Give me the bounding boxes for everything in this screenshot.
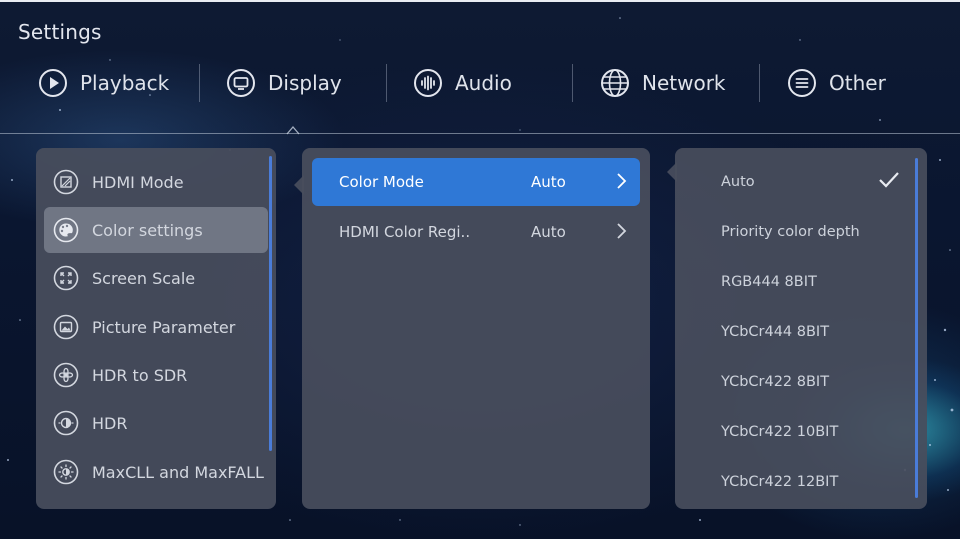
color-settings-panel: Color Mode Auto HDMI Color Regi.. Auto <box>302 148 650 509</box>
row-value: Auto <box>531 223 566 241</box>
list-icon <box>787 68 817 98</box>
tab-network[interactable]: Network <box>600 60 726 106</box>
monitor-icon <box>226 68 256 98</box>
sidebar-panel: HDMI Mode Color settings Screen Scale Pi… <box>36 148 276 509</box>
option-priority-color-depth[interactable]: Priority color depth <box>721 224 860 240</box>
chevron-right-icon <box>617 173 627 189</box>
tab-divider <box>759 64 760 102</box>
tab-audio[interactable]: Audio <box>413 60 512 106</box>
checkmark-icon <box>879 172 899 188</box>
option-auto[interactable]: Auto <box>721 174 755 190</box>
tab-display[interactable]: Display <box>226 60 342 106</box>
tab-underline <box>0 133 960 134</box>
row-label: HDMI Color Regi.. <box>339 223 471 241</box>
tab-divider <box>386 64 387 102</box>
hdmi-mode-icon <box>52 168 80 196</box>
sidebar-item-label: MaxCLL and MaxFALL <box>92 462 264 482</box>
tab-playback[interactable]: Playback <box>38 60 169 106</box>
option-ycbcr422-10bit[interactable]: YCbCr422 10BIT <box>721 424 838 440</box>
option-ycbcr422-12bit[interactable]: YCbCr422 12BIT <box>721 474 838 490</box>
sidebar-item-label: HDR to SDR <box>92 365 188 385</box>
selected-tab-caret-icon <box>286 126 300 135</box>
screen-scale-icon <box>52 264 80 292</box>
picture-icon <box>52 313 80 341</box>
color-mode-options-panel: Auto Priority color depth RGB444 8BIT YC… <box>675 148 927 509</box>
sidebar-item-color-settings[interactable]: Color settings <box>44 207 268 253</box>
sidebar-item-hdr-to-sdr[interactable]: HDR to SDR <box>44 352 268 398</box>
page-title: Settings <box>18 20 102 44</box>
chevron-right-icon <box>617 223 627 239</box>
sidebar-item-label: HDR <box>92 413 128 433</box>
tab-label: Playback <box>80 71 170 95</box>
tab-label: Display <box>268 71 342 95</box>
tab-divider <box>572 64 573 102</box>
sidebar-item-label: Picture Parameter <box>92 317 236 337</box>
hdr-icon <box>52 409 80 437</box>
play-icon <box>38 68 68 98</box>
tab-other[interactable]: Other <box>787 60 886 106</box>
audio-waveform-icon <box>413 68 443 98</box>
top-border <box>0 0 960 2</box>
hdmi-color-region-row[interactable]: HDMI Color Regi.. Auto <box>312 208 640 256</box>
sidebar-item-hdr[interactable]: HDR <box>44 400 268 446</box>
sidebar-item-label: Color settings <box>92 220 203 240</box>
tab-label: Audio <box>455 71 512 95</box>
top-tab-bar: Playback Display Audio Network Other <box>0 60 960 108</box>
sidebar-item-screen-scale[interactable]: Screen Scale <box>44 255 268 301</box>
sidebar-item-maxcll-maxfall[interactable]: MaxCLL and MaxFALL <box>44 449 268 495</box>
hdr-to-sdr-icon <box>52 361 80 389</box>
tab-divider <box>199 64 200 102</box>
color-mode-row[interactable]: Color Mode Auto <box>312 158 640 206</box>
row-label: Color Mode <box>339 173 424 191</box>
options-scrollbar[interactable] <box>915 158 918 498</box>
palette-icon <box>52 216 80 244</box>
sidebar-item-label: Screen Scale <box>92 268 196 288</box>
globe-icon <box>600 68 630 98</box>
tab-label: Other <box>829 71 886 95</box>
brightness-icon <box>52 458 80 486</box>
row-value: Auto <box>531 173 566 191</box>
sidebar-item-picture-parameter[interactable]: Picture Parameter <box>44 304 268 350</box>
sidebar-item-label: HDMI Mode <box>92 172 184 192</box>
tab-label: Network <box>642 71 726 95</box>
sidebar-item-hdmi-mode[interactable]: HDMI Mode <box>44 159 268 205</box>
option-ycbcr422-8bit[interactable]: YCbCr422 8BIT <box>721 374 829 390</box>
option-ycbcr444-8bit[interactable]: YCbCr444 8BIT <box>721 324 829 340</box>
sidebar-scrollbar[interactable] <box>269 156 272 451</box>
option-rgb444-8bit[interactable]: RGB444 8BIT <box>721 274 817 290</box>
